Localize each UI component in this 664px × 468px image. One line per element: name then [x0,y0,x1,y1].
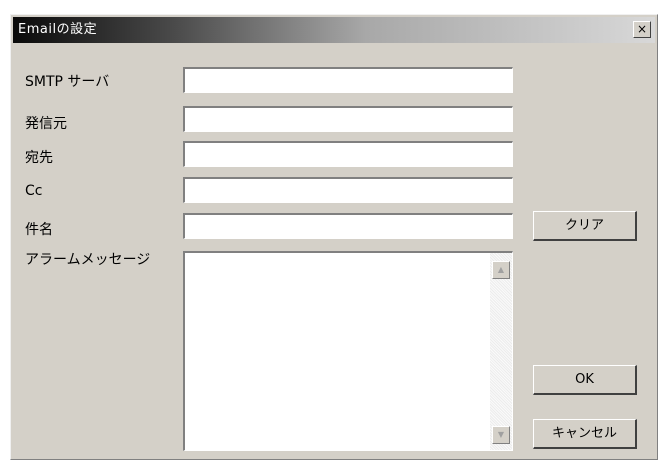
arrow-up-icon: ▲ [497,265,505,274]
to-input[interactable] [183,141,513,167]
email-settings-dialog: Emailの設定 × SMTP サーバ 発信元 宛先 Cc 件名 アラームメッセ… [10,14,658,460]
smtp-server-input[interactable] [183,67,513,93]
scroll-down-button[interactable]: ▼ [492,426,510,444]
cc-label: Cc [25,183,43,199]
message-scrollbar[interactable]: ▲ ▼ [490,253,512,450]
close-button[interactable]: × [633,21,651,38]
subject-input[interactable] [183,213,513,239]
alarm-message-box: ▲ ▼ [183,251,513,451]
smtp-server-label: SMTP サーバ [25,74,110,90]
cancel-button[interactable]: キャンセル [533,419,637,449]
ok-button[interactable]: OK [533,365,637,395]
cc-input[interactable] [183,177,513,203]
close-icon: × [636,22,648,36]
from-input[interactable] [183,106,513,132]
from-label: 発信元 [25,116,67,132]
clear-button[interactable]: クリア [533,211,637,241]
scroll-up-button[interactable]: ▲ [492,261,510,279]
title-bar: Emailの設定 × [13,17,655,43]
alarm-message-label: アラームメッセージ [25,252,151,268]
alarm-message-textarea[interactable] [185,253,491,450]
dialog-title: Emailの設定 [18,22,98,37]
to-label: 宛先 [25,150,53,166]
arrow-down-icon: ▼ [497,430,505,439]
subject-label: 件名 [25,222,53,238]
